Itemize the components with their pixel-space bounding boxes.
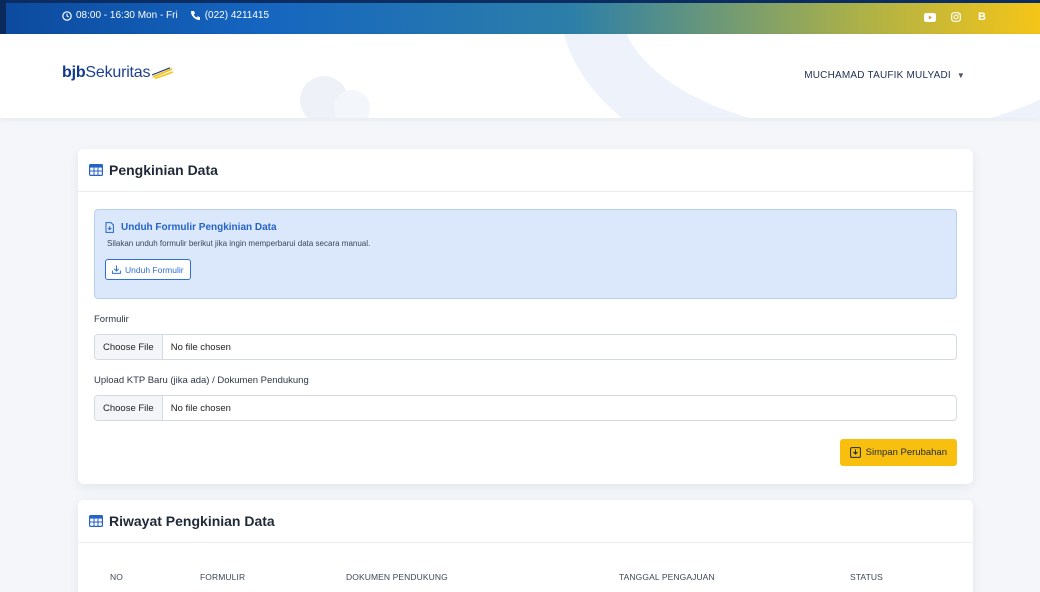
choose-file-button[interactable]: Choose File [95,335,163,359]
alert-title: Unduh Formulir Pengkinian Data [105,222,946,233]
phone-item[interactable]: (022) 4211415 [190,10,269,21]
topbar-edge [0,0,1040,3]
supporting-doc-label: Upload KTP Baru (jika ada) / Dokumen Pen… [94,375,309,386]
download-alert: Unduh Formulir Pengkinian Data Silakan u… [94,209,957,299]
supporting-doc-file-input[interactable]: Choose File No file chosen [94,395,957,421]
brand-logo[interactable]: bjb Sekuritas [62,64,174,82]
social-links: B [922,9,990,25]
hours-item: 08:00 - 16:30 Mon - Fri [62,10,178,21]
column-header-status: STATUS [850,572,883,582]
alert-text: Silakan unduh formulir berikut jika ingi… [107,239,371,248]
alert-title-text: Unduh Formulir Pengkinian Data [121,222,277,233]
column-header-submission-date: TANGGAL PENGAJUAN [619,572,715,582]
hours-text: 08:00 - 16:30 Mon - Fri [76,10,178,21]
phone-text: (022) 4211415 [204,10,270,21]
download-icon [112,265,121,274]
file-status: No file chosen [170,402,231,414]
history-table-header: NO FORMULIR DOKUMEN PENDUKUNG TANGGAL PE… [78,543,973,592]
choose-file-button[interactable]: Choose File [95,396,163,420]
save-icon [849,447,861,458]
user-name: MUCHAMAD TAUFIK MULYADI [804,70,951,81]
history-card: Riwayat Pengkinian Data NO FORMULIR DOKU… [78,500,973,592]
file-status: No file chosen [170,341,231,353]
download-form-button[interactable]: Unduh Formulir [105,259,191,280]
card-header: Pengkinian Data [78,149,973,192]
user-menu[interactable]: MUCHAMAD TAUFIK MULYADI ▼ [804,70,965,81]
column-header-form: FORMULIR [200,572,246,582]
clock-icon [62,10,72,21]
logo-swoosh-icon [152,67,174,79]
document-icon [105,222,114,233]
topbar: 08:00 - 16:30 Mon - Fri (022) 4211415 B [0,0,1040,34]
column-header-supporting-doc: DOKUMEN PENDUKUNG [346,572,448,582]
phone-icon [190,11,200,21]
site-header: bjb Sekuritas MUCHAMAD TAUFIK MULYADI ▼ [0,34,1040,118]
header-decoration [560,34,1040,118]
chevron-down-icon: ▼ [956,71,965,80]
youtube-icon[interactable] [922,9,938,25]
form-file-input[interactable]: Choose File No file chosen [94,334,957,360]
window-edge [0,0,6,34]
social-link-b[interactable]: B [974,9,990,25]
save-changes-button[interactable]: Simpan Perubahan [839,439,957,466]
contact-info: 08:00 - 16:30 Mon - Fri (022) 4211415 [62,10,269,21]
card-body: Unduh Formulir Pengkinian Data Silakan u… [78,192,973,438]
logo-bold-text: bjb [62,64,86,81]
header-decoration [334,90,370,118]
form-file-label: Formulir [94,314,129,325]
instagram-icon[interactable] [948,9,964,25]
column-header-no: NO [110,572,123,582]
card-title: Riwayat Pengkinian Data [109,513,275,529]
save-changes-label: Simpan Perubahan [865,447,947,458]
card-header: Riwayat Pengkinian Data [78,500,973,543]
logo-text: Sekuritas [85,64,151,81]
table-icon [89,164,103,176]
card-title: Pengkinian Data [109,162,218,178]
table-icon [89,515,103,527]
download-form-label: Unduh Formulir [125,264,184,275]
update-data-card: Pengkinian Data Unduh Formulir Pengkinia… [78,149,973,484]
